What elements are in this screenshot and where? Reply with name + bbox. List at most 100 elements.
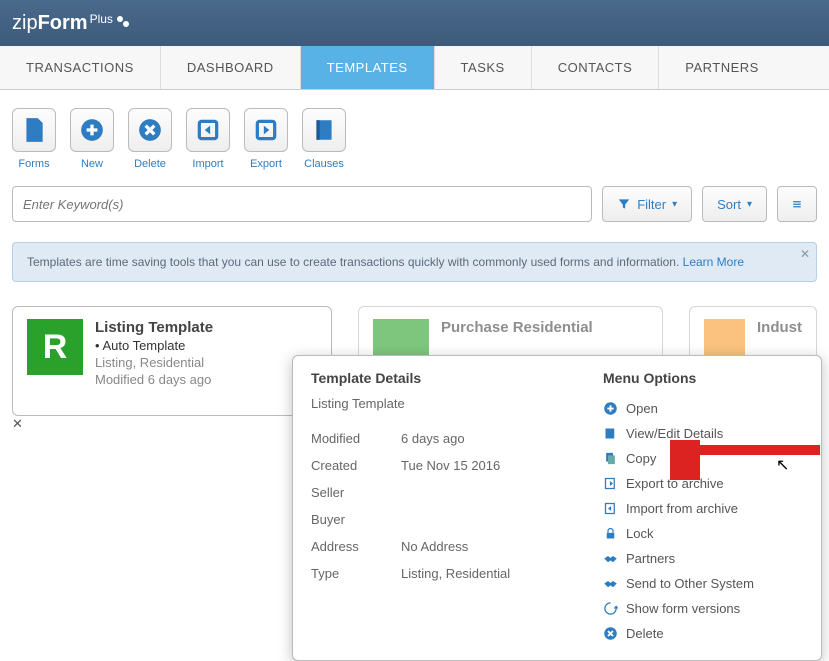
logo-form: Form <box>38 12 88 35</box>
label-created: Created <box>311 452 401 479</box>
value-buyer <box>401 506 583 533</box>
filter-row: Filter ▾ Sort ▾ <box>0 180 829 228</box>
filter-icon <box>617 197 631 211</box>
logo-plus: Plus <box>90 12 113 26</box>
close-card-button[interactable]: ✕ <box>12 416 332 432</box>
menu-column: Menu Options Open View/Edit Details Copy… <box>603 370 803 646</box>
menu-send-other-label: Send to Other System <box>626 576 754 591</box>
import-label: Import <box>192 158 223 170</box>
clauses-button[interactable]: Clauses <box>302 108 346 170</box>
export-button[interactable]: Export <box>244 108 288 170</box>
menu-import-archive-label: Import from archive <box>626 501 738 516</box>
menu-send-other[interactable]: Send to Other System <box>603 571 803 596</box>
export-label: Export <box>250 158 282 170</box>
sort-button[interactable]: Sort ▾ <box>702 186 767 222</box>
chevron-down-icon: ▾ <box>747 199 752 210</box>
menu-delete[interactable]: Delete <box>603 621 803 646</box>
topbar: zipFormPlus <box>0 0 829 46</box>
template-line2: Modified 6 days ago <box>95 372 213 387</box>
menu-open-label: Open <box>626 401 658 416</box>
export-icon <box>603 476 618 491</box>
file-icon <box>12 108 56 152</box>
template-title: Indust <box>757 319 802 336</box>
delete-button[interactable]: Delete <box>128 108 172 170</box>
template-subtitle: Auto Template <box>95 338 213 353</box>
template-title: Listing Template <box>95 319 213 336</box>
forms-label: Forms <box>18 158 49 170</box>
value-modified: 6 days ago <box>401 425 583 452</box>
template-card-1[interactable]: R Listing Template Auto Template Listing… <box>12 306 332 432</box>
menu-import-archive[interactable]: Import from archive <box>603 496 803 521</box>
value-created: Tue Nov 15 2016 <box>401 452 583 479</box>
search-input[interactable] <box>12 186 592 222</box>
template-title: Purchase Residential <box>441 319 593 336</box>
clauses-label: Clauses <box>304 158 344 170</box>
label-address: Address <box>311 533 401 560</box>
export-icon <box>244 108 288 152</box>
import-icon <box>186 108 230 152</box>
copy-icon <box>603 451 618 466</box>
lock-icon <box>603 526 618 541</box>
toolbar: Forms New Delete Import Export Clauses <box>0 90 829 180</box>
template-line1: Listing, Residential <box>95 355 213 370</box>
chevron-down-icon: ▾ <box>672 199 677 210</box>
template-popup: Template Details Listing Template Modifi… <box>292 355 822 661</box>
nav-dashboard[interactable]: DASHBOARD <box>161 46 301 89</box>
template-thumb: R <box>27 319 83 375</box>
value-type: Listing, Residential <box>401 560 583 587</box>
value-seller <box>401 479 583 506</box>
menu-show-versions-label: Show form versions <box>626 601 740 616</box>
logo-zip: zip <box>12 12 38 35</box>
details-header: Template Details <box>311 370 583 386</box>
close-icon[interactable]: ✕ <box>800 247 810 261</box>
learn-more-link[interactable]: Learn More <box>683 255 744 269</box>
menu-partners[interactable]: Partners <box>603 546 803 571</box>
refresh-icon <box>603 601 618 616</box>
menu-delete-label: Delete <box>626 626 664 641</box>
menu-lock[interactable]: Lock <box>603 521 803 546</box>
plus-circle-icon <box>603 401 618 416</box>
plus-circle-icon <box>70 108 114 152</box>
new-label: New <box>81 158 103 170</box>
label-type: Type <box>311 560 401 587</box>
label-buyer: Buyer <box>311 506 401 533</box>
details-template-name: Listing Template <box>311 396 583 411</box>
nav-transactions[interactable]: TRANSACTIONS <box>0 46 161 89</box>
menu-export-archive[interactable]: Export to archive <box>603 471 803 496</box>
import-icon <box>603 501 618 516</box>
menu-view-edit-label: View/Edit Details <box>626 426 723 441</box>
info-banner: Templates are time saving tools that you… <box>12 242 817 282</box>
menu-header: Menu Options <box>603 370 803 386</box>
handshake-icon <box>603 551 618 566</box>
menu-copy[interactable]: Copy <box>603 446 803 471</box>
menu-copy-label: Copy <box>626 451 656 466</box>
menu-export-archive-label: Export to archive <box>626 476 724 491</box>
new-button[interactable]: New <box>70 108 114 170</box>
forms-button[interactable]: Forms <box>12 108 56 170</box>
x-circle-icon <box>128 108 172 152</box>
banner-text: Templates are time saving tools that you… <box>27 255 679 269</box>
menu-icon <box>792 197 802 211</box>
menu-view-edit[interactable]: View/Edit Details <box>603 421 803 446</box>
nav-contacts[interactable]: CONTACTS <box>532 46 660 89</box>
nav-templates[interactable]: TEMPLATES <box>301 46 435 89</box>
edit-icon <box>603 426 618 441</box>
list-menu-button[interactable] <box>777 186 817 222</box>
value-address: No Address <box>401 533 583 560</box>
import-button[interactable]: Import <box>186 108 230 170</box>
menu-partners-label: Partners <box>626 551 675 566</box>
nav-partners[interactable]: PARTNERS <box>659 46 785 89</box>
logo-dots-icon <box>117 16 123 30</box>
delete-label: Delete <box>134 158 166 170</box>
send-icon <box>603 576 618 591</box>
menu-show-versions[interactable]: Show form versions <box>603 596 803 621</box>
label-modified: Modified <box>311 425 401 452</box>
book-icon <box>302 108 346 152</box>
menu-lock-label: Lock <box>626 526 653 541</box>
filter-label: Filter <box>637 197 666 212</box>
filter-button[interactable]: Filter ▾ <box>602 186 692 222</box>
navbar: TRANSACTIONS DASHBOARD TEMPLATES TASKS C… <box>0 46 829 90</box>
menu-open[interactable]: Open <box>603 396 803 421</box>
nav-tasks[interactable]: TASKS <box>435 46 532 89</box>
label-seller: Seller <box>311 479 401 506</box>
